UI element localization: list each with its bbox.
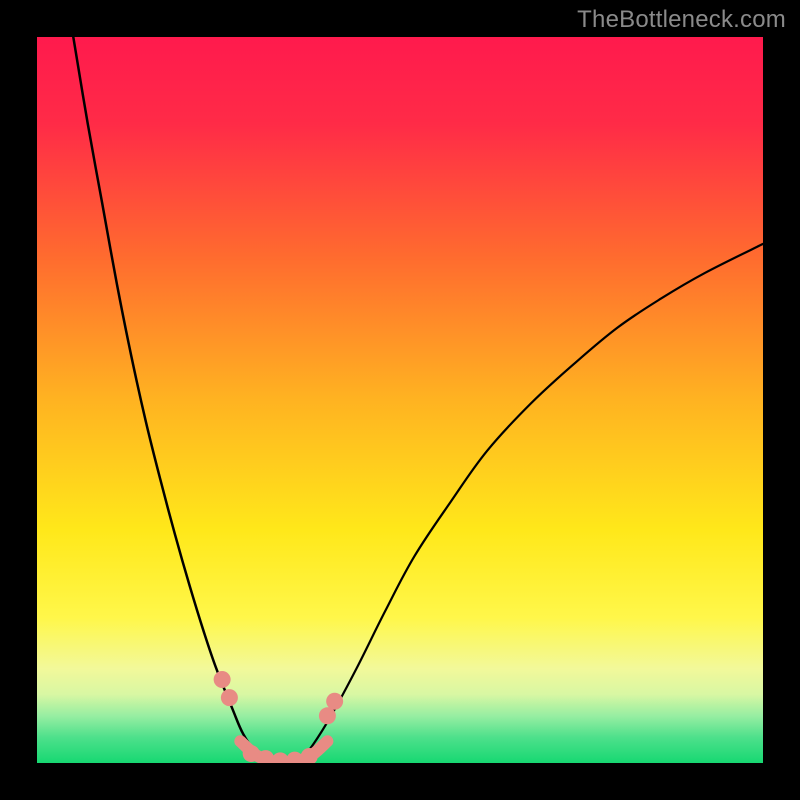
watermark-label: TheBottleneck.com (577, 6, 786, 34)
background-gradient (37, 37, 763, 763)
plot-area (37, 37, 763, 763)
chart-frame: TheBottleneck.com (0, 0, 800, 800)
